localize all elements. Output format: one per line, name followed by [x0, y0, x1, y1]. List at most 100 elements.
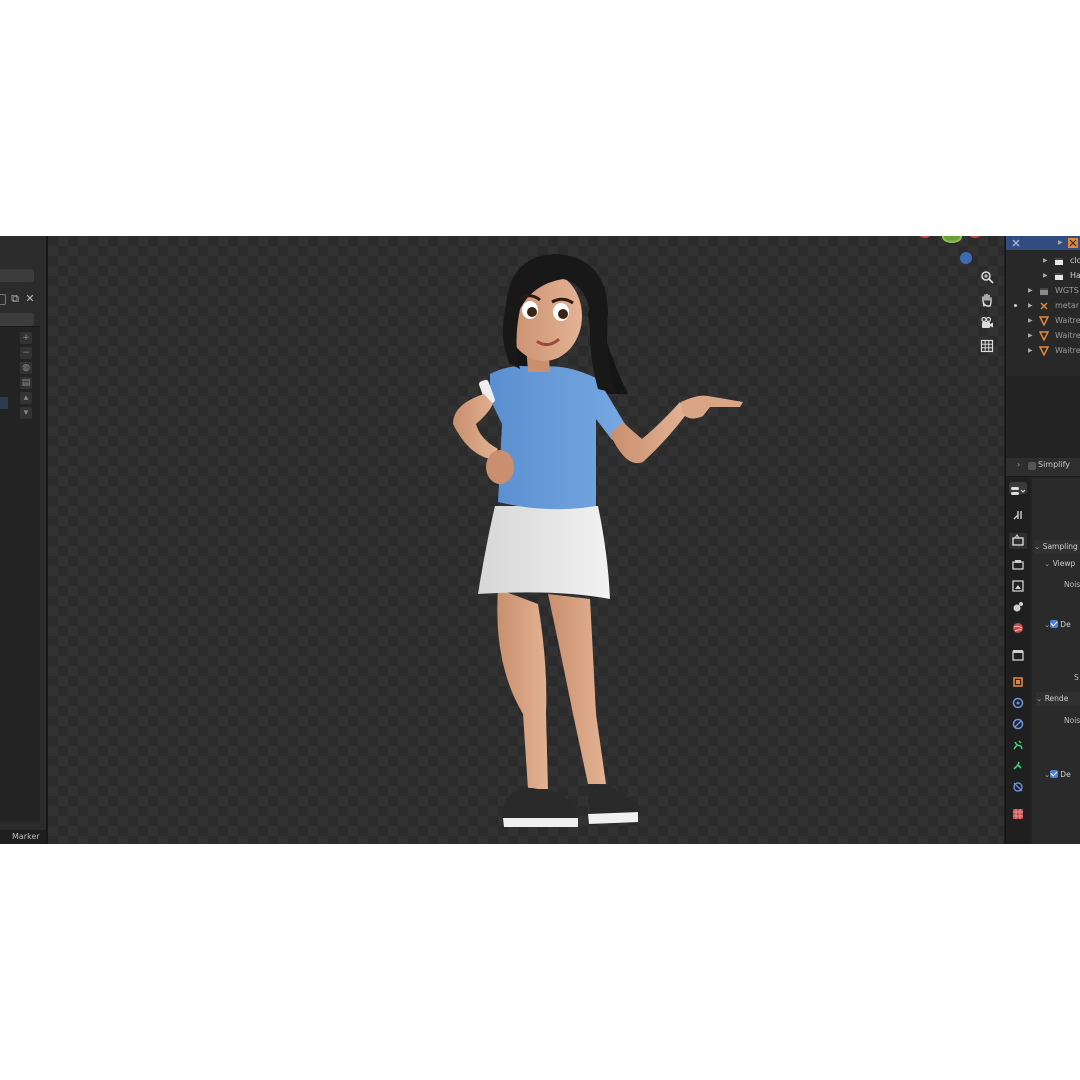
- add-icon[interactable]: +: [20, 332, 32, 344]
- denoise-checkbox[interactable]: [1050, 770, 1059, 778]
- expand-icon[interactable]: ▶: [1028, 284, 1033, 298]
- texture-icon[interactable]: [1012, 805, 1024, 819]
- object-icon[interactable]: [1012, 673, 1024, 687]
- render-subpanel-header[interactable]: ⌄ Rende: [1036, 692, 1080, 706]
- move-up-icon[interactable]: ▴: [20, 392, 32, 404]
- properties-spacer: [1034, 478, 1080, 518]
- mesh-icon: [1039, 331, 1049, 341]
- close-icon[interactable]: ✕: [24, 293, 36, 305]
- modifier-icon[interactable]: [1012, 694, 1024, 709]
- viewport-subpanel-header[interactable]: ⌄ Viewp: [1044, 557, 1080, 571]
- list-item[interactable]: [0, 397, 8, 409]
- move-down-icon[interactable]: ▾: [20, 407, 32, 419]
- duplicate-icon[interactable]: ⧉: [9, 293, 21, 305]
- armature-icon: [1040, 302, 1048, 310]
- view-layer-icon[interactable]: [1012, 577, 1024, 592]
- start-sample-label: S: [1074, 673, 1079, 682]
- expand-icon[interactable]: ▶: [1058, 236, 1063, 250]
- chevron-down-icon[interactable]: ⌄: [1034, 542, 1040, 551]
- outliner-row[interactable]: ▶ Waitre: [1006, 344, 1080, 358]
- noise-threshold-label: Nois: [1064, 580, 1080, 589]
- output-icon[interactable]: [1012, 556, 1024, 570]
- grid-icon[interactable]: [978, 337, 996, 355]
- outliner-row[interactable]: ▶ Ha: [1006, 269, 1080, 283]
- render-properties: ⌄ Sampling ⌄ Viewp Nois ⌄ De S ⌄ Rende No…: [1032, 478, 1080, 844]
- outliner-row[interactable]: ▶: [1006, 236, 1080, 250]
- viewport-label: Viewp: [1052, 559, 1076, 568]
- collection-icon: [1055, 273, 1063, 280]
- armature-icon: [1068, 238, 1078, 248]
- 3d-viewport[interactable]: [48, 236, 1004, 844]
- expand-icon[interactable]: ▶: [1028, 329, 1033, 343]
- denoise-viewport-row[interactable]: ⌄ De: [1044, 618, 1080, 632]
- denoise-render-row[interactable]: ⌄ De: [1044, 768, 1080, 782]
- collection-icon: [1055, 258, 1063, 265]
- scene-icon[interactable]: [1012, 598, 1024, 612]
- outliner-empty-area[interactable]: [1006, 376, 1080, 458]
- chevron-down-icon[interactable]: ⌄: [1036, 694, 1042, 703]
- simplify-label: Simplify: [1038, 460, 1071, 469]
- editor-type-icon[interactable]: [1009, 482, 1027, 495]
- viewport-navigation: [978, 268, 996, 355]
- render-icon[interactable]: [1009, 533, 1027, 549]
- character-model[interactable]: [398, 244, 748, 834]
- simplify-checkbox[interactable]: [1028, 462, 1036, 470]
- expand-icon[interactable]: ▶: [1043, 254, 1048, 268]
- outliner-label: metar: [1055, 301, 1080, 310]
- constraints-icon[interactable]: [1012, 757, 1024, 770]
- outliner-row[interactable]: ▶ Waitre: [1006, 329, 1080, 343]
- chevron-right-icon[interactable]: ›: [1017, 460, 1020, 469]
- zoom-icon[interactable]: [978, 268, 996, 286]
- collection-icon[interactable]: [1012, 646, 1024, 661]
- sampling-label: Sampling: [1042, 542, 1078, 551]
- outliner: ▶ ▶ clo ▶ Ha ▶ WGTS ▶ metar ▶ Waitre ▶ W…: [1005, 236, 1080, 458]
- outliner-label: Waitre: [1055, 346, 1080, 355]
- left-panel-search[interactable]: [0, 313, 34, 326]
- mesh-icon: [1039, 346, 1049, 356]
- active-dot-icon: [1014, 304, 1017, 307]
- list-tools: + − ◍ ▤ ▴ ▾: [20, 332, 34, 419]
- denoise-label: De: [1060, 620, 1071, 629]
- left-panel-field[interactable]: [0, 269, 34, 282]
- denoise-label: De: [1060, 770, 1071, 779]
- left-panel: ⧉ ✕ + − ◍ ▤ ▴ ▾ Marker: [0, 236, 48, 844]
- navigation-gizmo[interactable]: [920, 236, 990, 246]
- outliner-label: clo: [1070, 256, 1080, 265]
- outliner-row[interactable]: ▶ metar: [1006, 299, 1080, 313]
- expand-icon[interactable]: ▶: [1028, 314, 1033, 328]
- collection-icon: [1040, 288, 1048, 295]
- data-icon[interactable]: [1012, 778, 1024, 792]
- sampling-panel-header[interactable]: ⌄ Sampling: [1034, 540, 1080, 554]
- camera-icon[interactable]: [978, 314, 996, 332]
- chevron-down-icon[interactable]: ⌄: [1044, 559, 1050, 568]
- expand-icon[interactable]: ▶: [1043, 269, 1048, 283]
- blender-window: ⧉ ✕ + − ◍ ▤ ▴ ▾ Marker ▶ ▶ clo ▶ Ha ▶ WG…: [0, 236, 1080, 844]
- expand-icon[interactable]: ▶: [1028, 344, 1033, 358]
- particles-icon[interactable]: [1012, 715, 1024, 730]
- render-label: Rende: [1044, 694, 1069, 703]
- left-panel-toolbar: ⧉ ✕: [0, 293, 36, 305]
- view-axis-dot[interactable]: [960, 252, 972, 264]
- noise-threshold-label: Nois: [1064, 716, 1080, 725]
- outliner-row[interactable]: ▶ clo: [1006, 254, 1080, 268]
- denoise-checkbox[interactable]: [1050, 620, 1059, 628]
- simplify-panel-header[interactable]: › Simplify: [1006, 458, 1080, 477]
- outliner-label: Waitre: [1055, 316, 1080, 325]
- outliner-row[interactable]: ▶ WGTS: [1006, 284, 1080, 298]
- outliner-row[interactable]: ▶ Waitre: [1006, 314, 1080, 328]
- armature-icon: [1012, 239, 1020, 247]
- toggle-icon[interactable]: [0, 293, 6, 305]
- marker-menu[interactable]: Marker: [0, 830, 46, 844]
- remove-icon[interactable]: −: [20, 347, 32, 359]
- properties-editor: › Simplify ⌄ Sampling ⌄ Viewp Nois ⌄ De …: [1005, 458, 1080, 844]
- outliner-label: Waitre: [1055, 331, 1080, 340]
- world-icon[interactable]: [1012, 619, 1024, 633]
- pan-hand-icon[interactable]: [978, 291, 996, 309]
- mesh-icon: [1039, 316, 1049, 326]
- specials-icon[interactable]: ◍: [20, 362, 32, 374]
- physics-icon[interactable]: [1012, 736, 1024, 750]
- tool-icon[interactable]: [1012, 506, 1024, 520]
- expand-icon[interactable]: ▶: [1028, 299, 1033, 313]
- view-icon[interactable]: ▤: [20, 377, 32, 389]
- outliner-label: Ha: [1070, 271, 1080, 280]
